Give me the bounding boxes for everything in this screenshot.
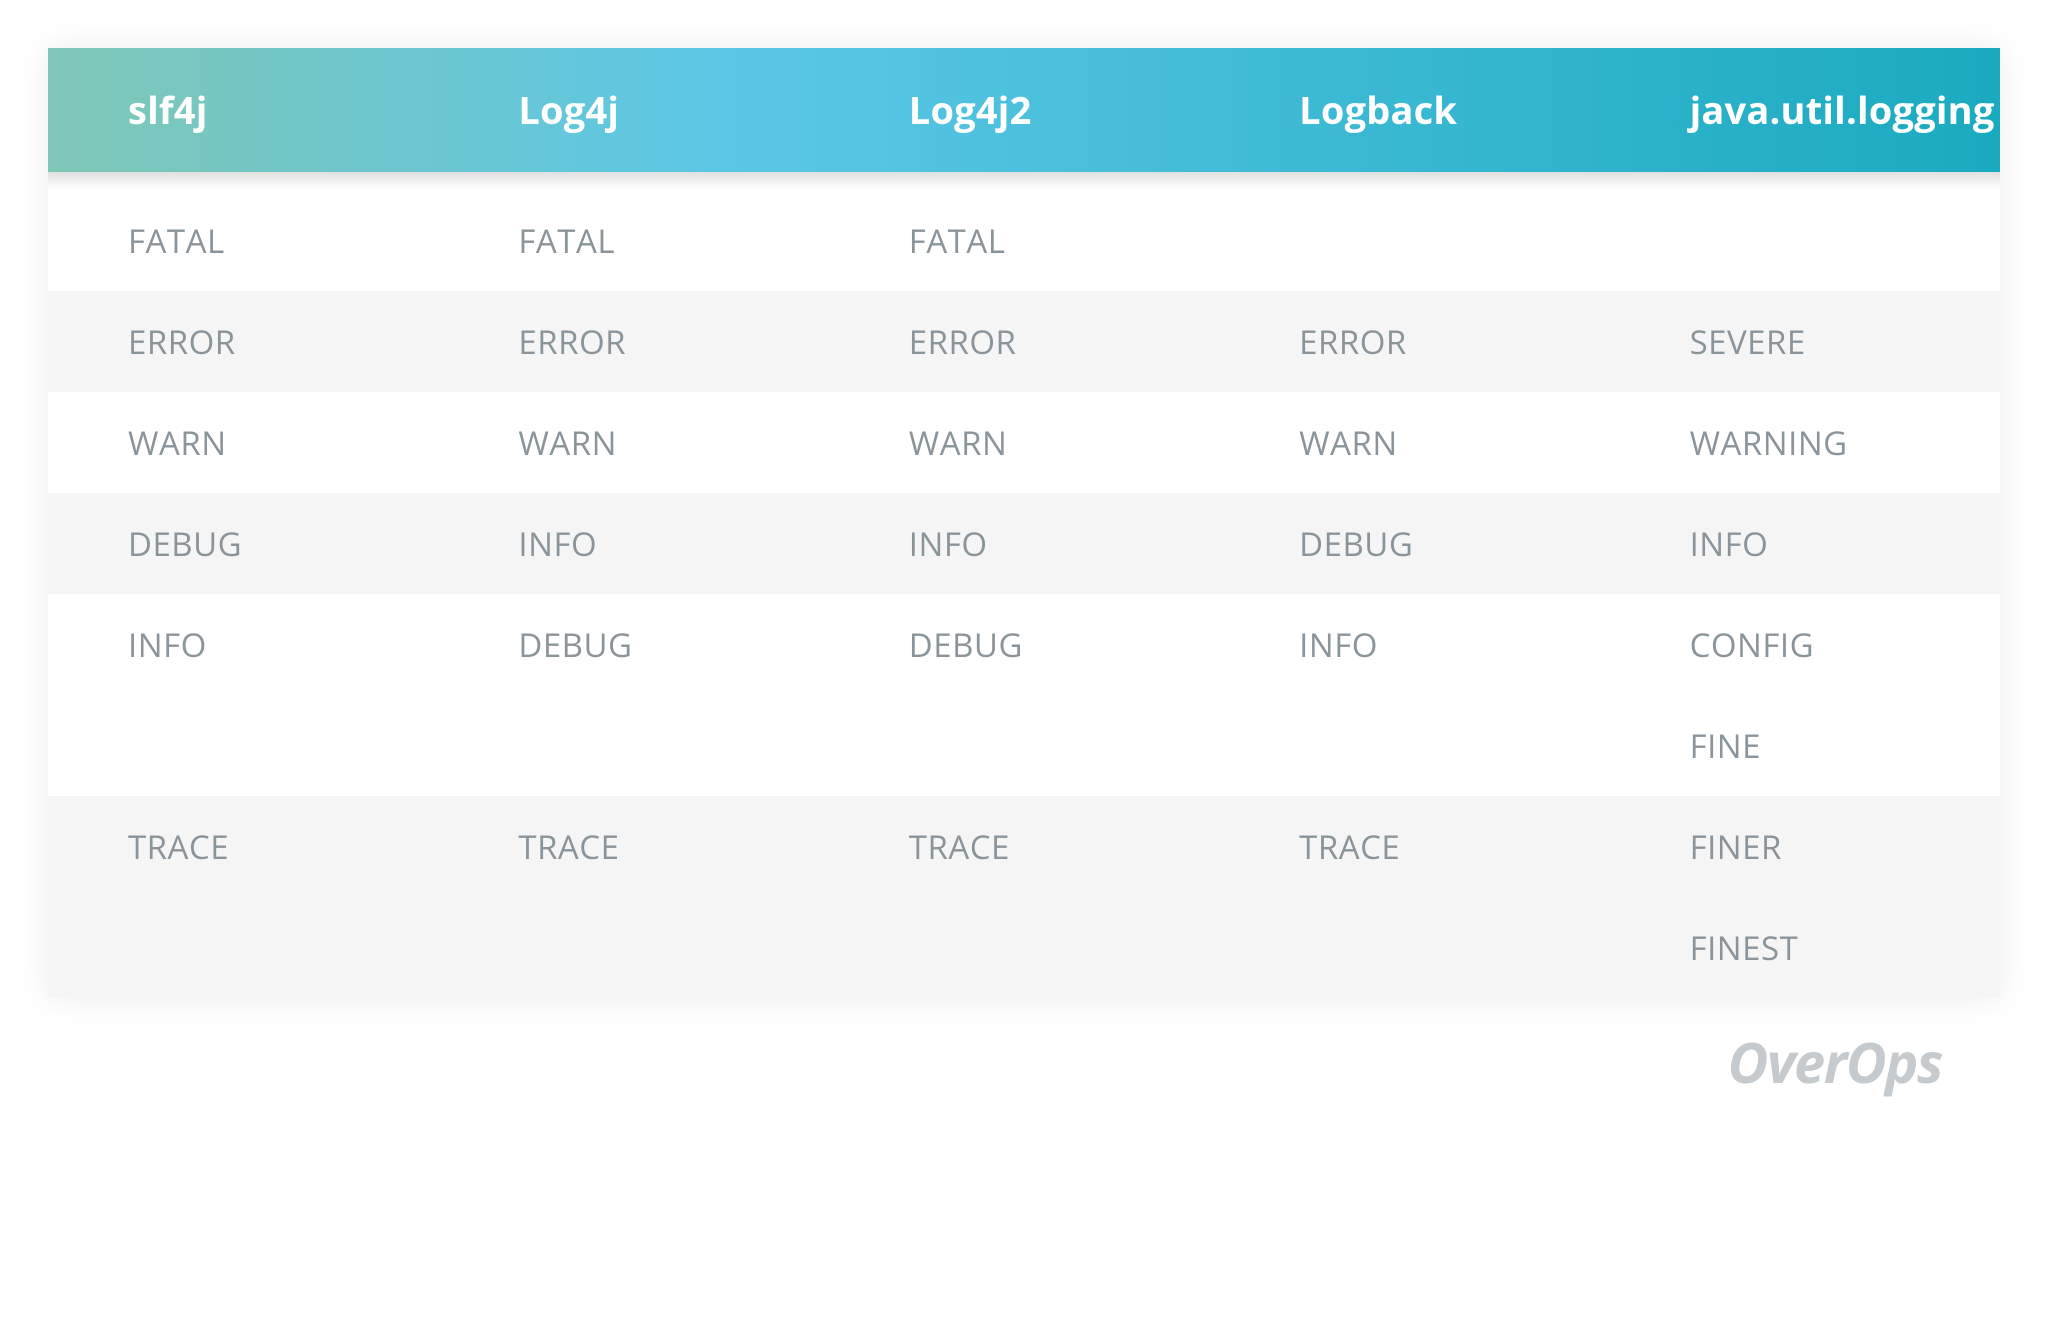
log-levels-table-card: slf4j Log4j Log4j2 Logback java.util.log…: [48, 48, 2000, 998]
cell: INFO: [829, 493, 1219, 594]
cell: FINER: [1610, 796, 2000, 897]
cell: [1219, 190, 1609, 291]
cell: INFO: [1610, 493, 2000, 594]
cell: WARN: [829, 392, 1219, 493]
cell: WARN: [438, 392, 828, 493]
cell: TRACE: [1219, 796, 1609, 897]
cell: ERROR: [829, 291, 1219, 392]
cell: DEBUG: [438, 594, 828, 695]
cell: INFO: [1219, 594, 1609, 695]
col-header: Log4j2: [829, 48, 1219, 172]
cell: DEBUG: [829, 594, 1219, 695]
cell: [829, 897, 1219, 998]
cell: DEBUG: [1219, 493, 1609, 594]
table-row: DEBUG INFO INFO DEBUG INFO: [48, 493, 2000, 594]
cell: FATAL: [438, 190, 828, 291]
header-shadow: [48, 172, 2000, 190]
cell: WARN: [48, 392, 438, 493]
cell: DEBUG: [48, 493, 438, 594]
cell: ERROR: [1219, 291, 1609, 392]
cell: FINEST: [1610, 897, 2000, 998]
col-header: Logback: [1219, 48, 1609, 172]
brand-logo: OverOps: [48, 998, 2000, 1100]
cell: FATAL: [48, 190, 438, 291]
table-header-row: slf4j Log4j Log4j2 Logback java.util.log…: [48, 48, 2000, 172]
cell: CONFIG: [1610, 594, 2000, 695]
table-row: TRACE TRACE TRACE TRACE FINER: [48, 796, 2000, 897]
cell: [438, 897, 828, 998]
cell: TRACE: [438, 796, 828, 897]
cell: [48, 897, 438, 998]
cell: WARNING: [1610, 392, 2000, 493]
cell: ERROR: [438, 291, 828, 392]
cell: FINE: [1610, 695, 2000, 796]
cell: TRACE: [48, 796, 438, 897]
cell: TRACE: [829, 796, 1219, 897]
cell: [829, 695, 1219, 796]
table-row: FINE: [48, 695, 2000, 796]
cell: [1610, 190, 2000, 291]
cell: WARN: [1219, 392, 1609, 493]
cell: [438, 695, 828, 796]
log-levels-table: slf4j Log4j Log4j2 Logback java.util.log…: [48, 48, 2000, 998]
table-row: FATAL FATAL FATAL: [48, 190, 2000, 291]
cell: [48, 695, 438, 796]
cell: SEVERE: [1610, 291, 2000, 392]
cell: FATAL: [829, 190, 1219, 291]
table-row: ERROR ERROR ERROR ERROR SEVERE: [48, 291, 2000, 392]
col-header: java.util.logging: [1610, 48, 2000, 172]
table-row: INFO DEBUG DEBUG INFO CONFIG: [48, 594, 2000, 695]
cell: [1219, 897, 1609, 998]
col-header: Log4j: [438, 48, 828, 172]
cell: ERROR: [48, 291, 438, 392]
cell: INFO: [438, 493, 828, 594]
cell: INFO: [48, 594, 438, 695]
cell: [1219, 695, 1609, 796]
table-row: FINEST: [48, 897, 2000, 998]
table-row: WARN WARN WARN WARN WARNING: [48, 392, 2000, 493]
col-header: slf4j: [48, 48, 438, 172]
